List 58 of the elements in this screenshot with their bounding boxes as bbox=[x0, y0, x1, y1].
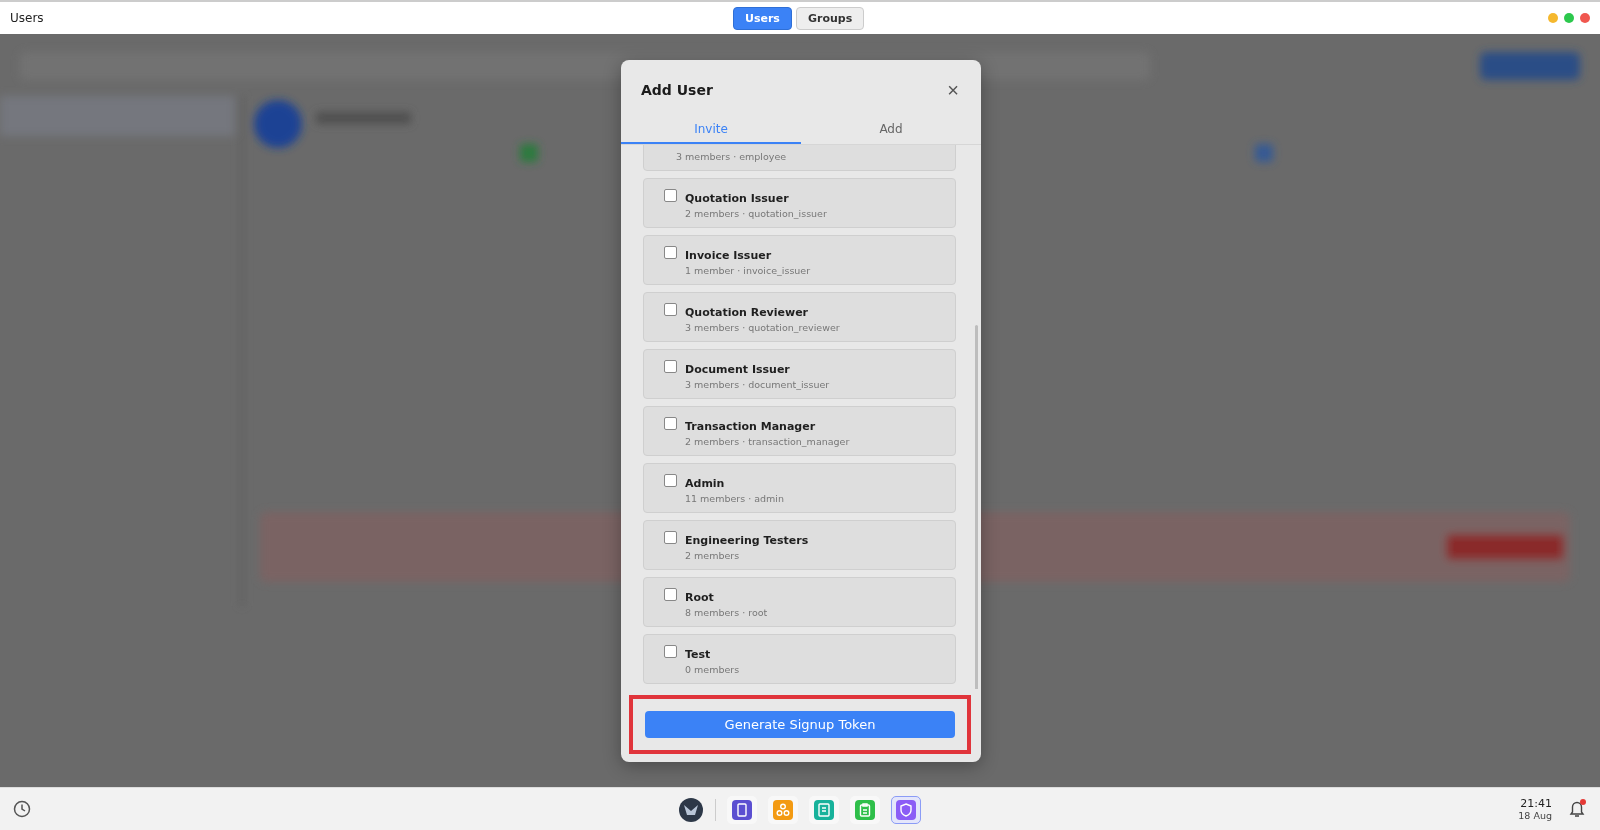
group-name: Root bbox=[685, 591, 715, 604]
clock-date: 18 Aug bbox=[1518, 810, 1552, 821]
group-details: 1 member · invoice_issuer bbox=[685, 265, 811, 276]
group-name: Admin bbox=[685, 477, 726, 490]
group-details: 3 members · employee bbox=[676, 151, 787, 162]
clipboard-app-icon[interactable] bbox=[850, 796, 880, 824]
group-option[interactable]: Quotation Reviewer 3 members · quotation_reviewer bbox=[643, 292, 956, 342]
scrollbar[interactable] bbox=[975, 325, 978, 689]
group-details: 2 members bbox=[685, 550, 741, 561]
group-details: 2 members · transaction_manager bbox=[685, 436, 850, 447]
close-button[interactable] bbox=[1580, 13, 1590, 23]
group-option[interactable]: Quotation Issuer 2 members · quotation_issuer bbox=[643, 178, 956, 228]
group-name: Transaction Manager bbox=[685, 420, 817, 433]
checkbox[interactable] bbox=[664, 474, 677, 487]
doc-app-icon[interactable] bbox=[809, 796, 839, 824]
view-tab[interactable]: Groups bbox=[795, 7, 865, 30]
group-details: 0 members bbox=[685, 664, 740, 675]
dialog-title: Add User bbox=[641, 82, 713, 98]
checkbox[interactable] bbox=[664, 588, 677, 601]
logo-icon[interactable] bbox=[678, 797, 704, 823]
group-details: 3 members · document_issuer bbox=[685, 379, 830, 390]
shield-app-icon[interactable] bbox=[891, 796, 921, 824]
checkbox[interactable] bbox=[664, 360, 677, 373]
checkbox[interactable] bbox=[664, 417, 677, 430]
checkbox[interactable] bbox=[664, 246, 677, 259]
checkbox[interactable] bbox=[664, 303, 677, 316]
group-name: Quotation Reviewer bbox=[685, 306, 810, 319]
generate-token-button[interactable]: Generate Signup Token bbox=[645, 711, 955, 738]
group-name: Quotation Issuer bbox=[685, 192, 790, 205]
group-option[interactable]: Test 0 members bbox=[643, 634, 956, 684]
group-option[interactable]: Document Issuer 3 members · document_issuer bbox=[643, 349, 956, 399]
group-details: 3 members · quotation_reviewer bbox=[685, 322, 840, 333]
group-details: 2 members · quotation_issuer bbox=[685, 208, 827, 219]
group-details: 8 members · root bbox=[685, 607, 768, 618]
group-option[interactable]: Root 8 members · root bbox=[643, 577, 956, 627]
checkbox[interactable] bbox=[664, 645, 677, 658]
group-name: Engineering Testers bbox=[685, 534, 809, 547]
nodes-app-icon[interactable] bbox=[768, 796, 798, 824]
minimize-button[interactable] bbox=[1548, 13, 1558, 23]
group-option[interactable]: Admin 11 members · admin bbox=[643, 463, 956, 513]
close-button[interactable]: × bbox=[945, 80, 961, 100]
group-option[interactable]: Invoice Issuer 1 member · invoice_issuer bbox=[643, 235, 956, 285]
window-title: Users bbox=[10, 11, 44, 25]
checkbox[interactable] bbox=[664, 189, 677, 202]
group-details: 11 members · admin bbox=[685, 493, 785, 504]
clock-time: 21:41 bbox=[1520, 797, 1552, 810]
group-name: Invoice Issuer bbox=[685, 249, 773, 262]
group-option[interactable]: Engineering Testers 2 members bbox=[643, 520, 956, 570]
maximize-button[interactable] bbox=[1564, 13, 1574, 23]
group-name: Test bbox=[685, 648, 712, 661]
clock-icon[interactable] bbox=[12, 799, 32, 819]
view-tab[interactable]: Users bbox=[733, 7, 792, 30]
group-name: Document Issuer bbox=[685, 363, 791, 376]
dialog-tab[interactable]: Add bbox=[801, 112, 981, 144]
group-option[interactable]: Transaction Manager 2 members · transaction_manager bbox=[643, 406, 956, 456]
group-option[interactable]: 3 members · employee bbox=[643, 145, 956, 171]
book-app-icon[interactable] bbox=[727, 796, 757, 824]
checkbox[interactable] bbox=[664, 531, 677, 544]
